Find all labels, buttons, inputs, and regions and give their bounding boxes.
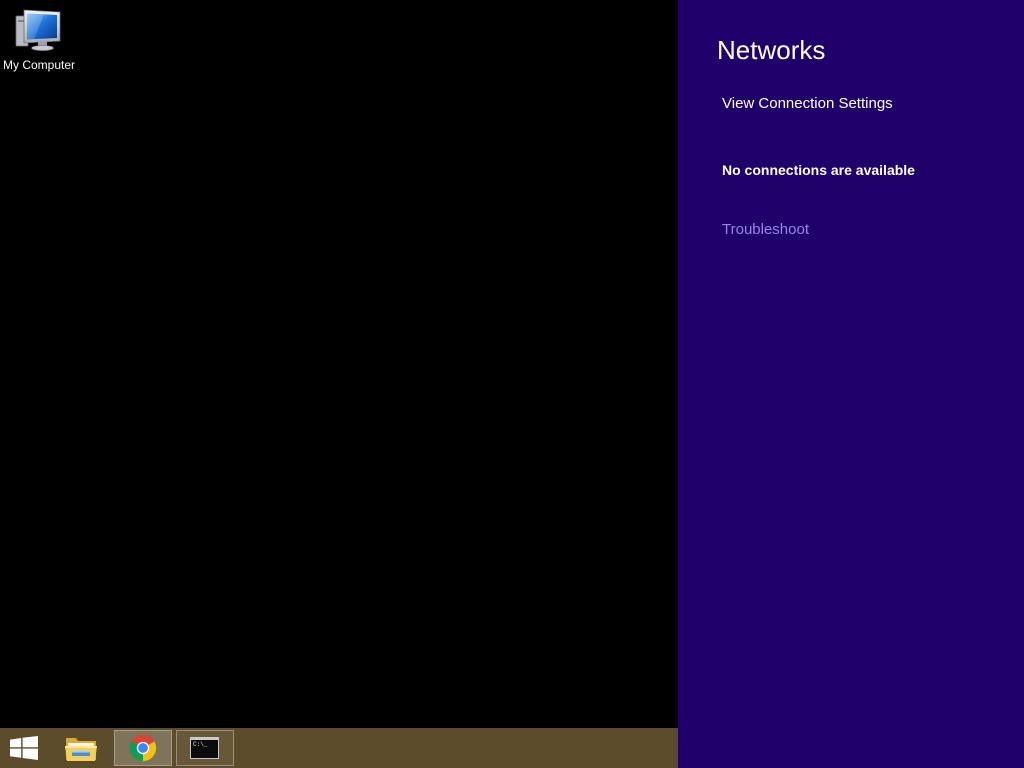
- command-prompt-glyph: C:\_: [193, 741, 208, 748]
- panel-title: Networks: [717, 35, 826, 65]
- networks-panel: Networks View Connection Settings No con…: [678, 0, 1024, 768]
- taskbar-chrome-button[interactable]: [114, 730, 172, 766]
- start-button[interactable]: [0, 728, 50, 768]
- command-prompt-icon: C:\_: [190, 737, 219, 759]
- desktop-icon-my-computer[interactable]: My Computer: [0, 4, 78, 76]
- file-explorer-icon: [65, 738, 97, 761]
- desktop-icon-label: My Computer: [2, 58, 76, 72]
- taskbar-command-prompt-button[interactable]: C:\_: [176, 730, 234, 766]
- troubleshoot-link[interactable]: Troubleshoot: [722, 221, 809, 239]
- view-connection-settings-link[interactable]: View Connection Settings: [722, 95, 893, 113]
- windows-logo-icon: [10, 736, 38, 760]
- chrome-icon: [129, 734, 157, 762]
- taskbar-file-explorer-button[interactable]: [56, 730, 108, 766]
- connection-status: No connections are available: [722, 162, 915, 178]
- desktop: My Computer C:\_ Networks View Connectio…: [0, 0, 1024, 768]
- taskbar: C:\_: [0, 728, 678, 768]
- computer-icon: [15, 9, 61, 51]
